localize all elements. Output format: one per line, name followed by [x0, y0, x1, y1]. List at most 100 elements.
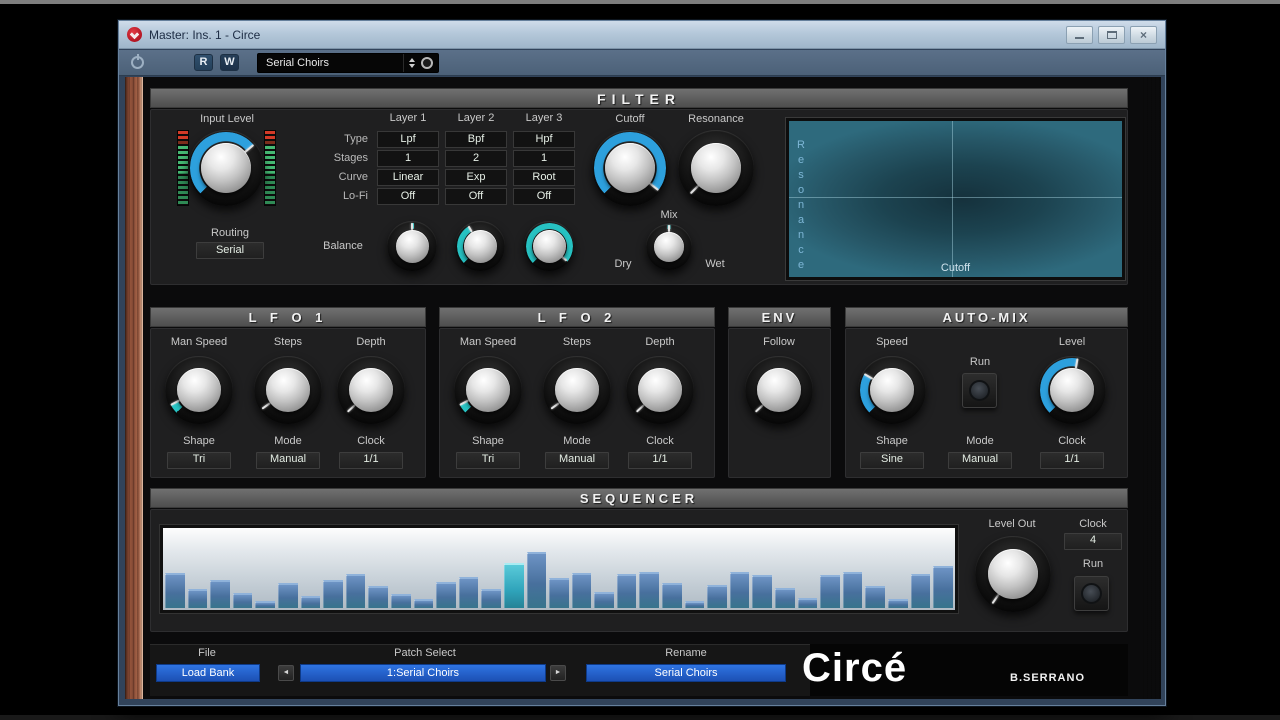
preset-down-icon[interactable]: [409, 63, 415, 68]
patch-select-value[interactable]: 1:Serial Choirs: [300, 664, 546, 682]
lfo1-mode-value[interactable]: Manual: [256, 452, 320, 469]
sequencer-bar[interactable]: [436, 582, 456, 608]
curve-layer1-cell[interactable]: Linear: [377, 169, 439, 186]
automix-speed-knob[interactable]: [858, 356, 926, 424]
lofi-layer1-cell[interactable]: Off: [377, 188, 439, 205]
write-automation-button[interactable]: W: [220, 54, 239, 71]
lfo2-mode-value[interactable]: Manual: [545, 452, 609, 469]
resonance-knob[interactable]: [678, 130, 754, 206]
balance-knob-2[interactable]: [455, 221, 505, 271]
balance-knob-3[interactable]: [524, 221, 574, 271]
load-bank-button[interactable]: Load Bank: [156, 664, 260, 682]
lfo1-shape-value[interactable]: Tri: [167, 452, 231, 469]
patch-prev-button[interactable]: ◄: [278, 665, 294, 681]
automix-level-knob[interactable]: [1038, 356, 1106, 424]
sequencer-bar[interactable]: [526, 551, 547, 608]
balance-knob-1[interactable]: [387, 221, 437, 271]
stages-layer3-cell[interactable]: 1: [513, 150, 575, 167]
automix-run-button[interactable]: [962, 373, 997, 408]
sequencer-bar[interactable]: [323, 579, 343, 608]
stages-layer1-cell[interactable]: 1: [377, 150, 439, 167]
patch-next-button[interactable]: ►: [550, 665, 566, 681]
sequencer-bar[interactable]: [255, 600, 275, 608]
sequencer-bar[interactable]: [345, 574, 366, 608]
preset-name: Serial Choirs: [266, 56, 329, 69]
sequencer-bar[interactable]: [571, 572, 592, 608]
env-follow-knob[interactable]: [745, 356, 813, 424]
env-section-header: ENV: [728, 307, 831, 327]
preset-spinner[interactable]: [403, 53, 421, 72]
lfo1-clock-value[interactable]: 1/1: [339, 452, 403, 469]
sequencer-bar[interactable]: [165, 572, 185, 608]
automix-mode-label: Mode: [966, 435, 994, 447]
routing-value[interactable]: Serial: [196, 242, 264, 259]
maximize-button[interactable]: [1098, 25, 1125, 44]
sequencer-bar[interactable]: [775, 587, 795, 608]
sequencer-bar[interactable]: [865, 586, 885, 608]
lfo2-manspeed-knob[interactable]: [454, 356, 522, 424]
lfo2-shape-value[interactable]: Tri: [456, 452, 520, 469]
sequencer-bar[interactable]: [481, 588, 501, 608]
level-out-knob[interactable]: [975, 536, 1051, 612]
sequencer-bar[interactable]: [707, 585, 727, 608]
lofi-layer2-cell[interactable]: Off: [445, 188, 507, 205]
sequencer-bar[interactable]: [684, 600, 705, 608]
automix-mode-value[interactable]: Manual: [948, 452, 1012, 469]
type-layer3-cell[interactable]: Hpf: [513, 131, 575, 148]
sequencer-bar[interactable]: [277, 583, 298, 608]
automix-shape-value[interactable]: Sine: [860, 452, 924, 469]
curve-layer3-cell[interactable]: Root: [513, 169, 575, 186]
stages-layer2-cell[interactable]: 2: [445, 150, 507, 167]
sequencer-bar[interactable]: [210, 579, 230, 608]
sequencer-bar[interactable]: [820, 575, 840, 608]
plugin-toolbar: R W Serial Choirs: [119, 50, 1165, 76]
lfo1-depth-knob[interactable]: [337, 356, 405, 424]
sequencer-bar[interactable]: [662, 583, 682, 608]
type-layer2-cell[interactable]: Bpf: [445, 131, 507, 148]
seq-clock-value[interactable]: 4: [1064, 533, 1122, 550]
cutoff-resonance-xy-pad[interactable]: Resonance Cutoff: [785, 117, 1126, 281]
sequencer-bar[interactable]: [842, 572, 863, 608]
sequencer-bar[interactable]: [390, 593, 411, 608]
cutoff-knob[interactable]: [592, 130, 668, 206]
sequencer-bar[interactable]: [300, 595, 321, 608]
sequencer-bar[interactable]: [910, 573, 931, 608]
seq-run-button[interactable]: [1074, 576, 1109, 611]
sequencer-bar[interactable]: [187, 589, 208, 608]
sequencer-bar[interactable]: [232, 593, 253, 608]
sequencer-bar[interactable]: [368, 586, 388, 608]
sequencer-bar[interactable]: [639, 572, 660, 608]
sequencer-bar[interactable]: [616, 573, 637, 608]
sequencer-bar[interactable]: [752, 575, 773, 608]
bypass-power-icon[interactable]: [131, 54, 144, 69]
mix-knob[interactable]: [646, 224, 692, 270]
automix-clock-value[interactable]: 1/1: [1040, 452, 1104, 469]
sequencer-bar[interactable]: [503, 562, 524, 608]
lfo2-depth-knob[interactable]: [626, 356, 694, 424]
sequencer-bar[interactable]: [888, 599, 908, 608]
input-level-knob[interactable]: [188, 130, 264, 206]
minimize-button[interactable]: [1066, 25, 1093, 44]
lfo1-steps-knob[interactable]: [254, 356, 322, 424]
sequencer-bar[interactable]: [729, 572, 750, 608]
sequencer-bars[interactable]: [165, 530, 953, 608]
read-automation-button[interactable]: R: [194, 54, 213, 71]
type-layer1-cell[interactable]: Lpf: [377, 131, 439, 148]
sequencer-bar[interactable]: [594, 591, 614, 608]
rename-value[interactable]: Serial Choirs: [586, 664, 786, 682]
sequencer-bar[interactable]: [797, 597, 818, 608]
sequencer-bar[interactable]: [458, 576, 479, 608]
close-button[interactable]: ×: [1130, 25, 1157, 44]
preset-selector[interactable]: Serial Choirs: [257, 52, 439, 73]
lfo2-clock-value[interactable]: 1/1: [628, 452, 692, 469]
lfo2-steps-knob[interactable]: [543, 356, 611, 424]
sequencer-bar[interactable]: [549, 578, 569, 608]
curve-layer2-cell[interactable]: Exp: [445, 169, 507, 186]
sequencer-bar[interactable]: [933, 565, 953, 608]
sequencer-bar[interactable]: [413, 599, 434, 608]
preset-browser-icon[interactable]: [421, 56, 433, 69]
preset-up-icon[interactable]: [409, 57, 415, 62]
sequencer-display[interactable]: [159, 524, 959, 614]
lfo1-manspeed-knob[interactable]: [165, 356, 233, 424]
lofi-layer3-cell[interactable]: Off: [513, 188, 575, 205]
